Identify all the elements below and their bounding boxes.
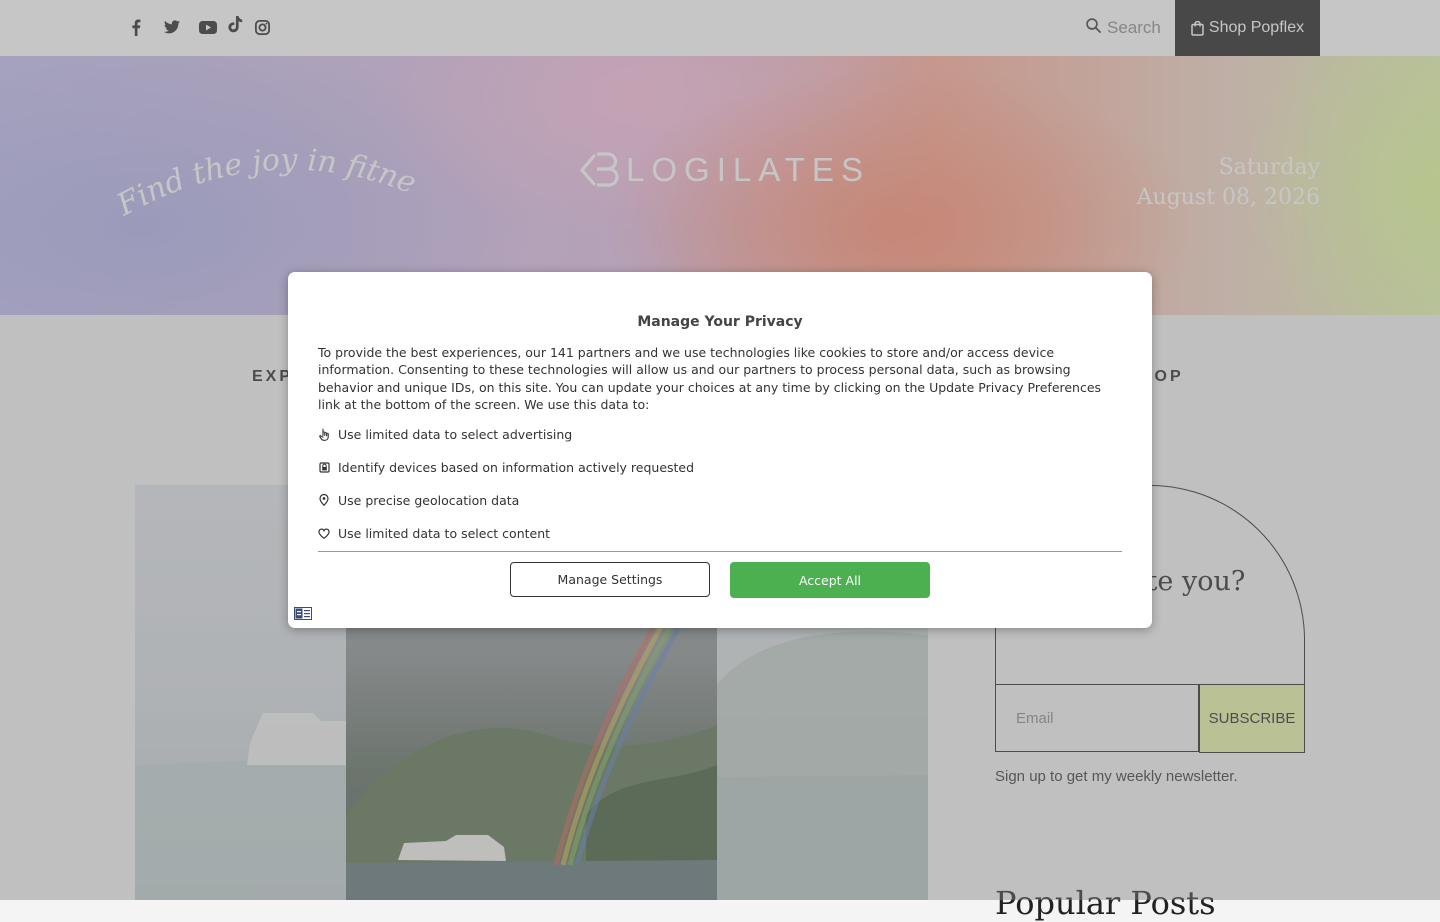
hand-pointer-icon (318, 428, 330, 441)
location-pin-icon (318, 494, 330, 506)
purpose-label: Identify devices based on information ac… (338, 459, 695, 475)
language-icon[interactable] (294, 605, 312, 624)
purpose-label: Use limited data to select content (338, 525, 551, 541)
privacy-description: To provide the best experiences, our 141… (318, 345, 1102, 413)
purpose-item: Use limited data to select advertising (318, 425, 572, 443)
privacy-title: Manage Your Privacy (637, 314, 803, 330)
modal-divider (318, 551, 1122, 552)
purpose-item: Identify devices based on information ac… (318, 458, 694, 476)
manage-settings-button[interactable]: Manage Settings (510, 562, 710, 597)
purpose-item: Use limited data to select content (318, 524, 550, 542)
purpose-item: Use precise geolocation data (318, 491, 519, 509)
accept-all-button[interactable]: Accept All (730, 562, 930, 598)
purpose-label: Use limited data to select advertising (338, 426, 573, 442)
heart-icon (318, 528, 330, 539)
privacy-dialog: Manage Your Privacy To provide the best … (288, 272, 1152, 628)
device-icon (318, 461, 330, 473)
purpose-label: Use precise geolocation data (338, 492, 520, 508)
